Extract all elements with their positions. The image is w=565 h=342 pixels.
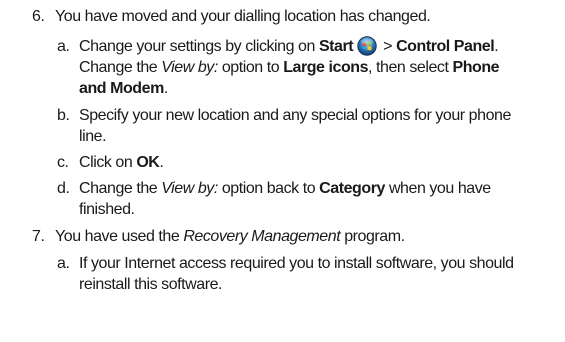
item-6d-text-2: option back to — [221, 180, 316, 197]
item-7-text-1: You have used the — [55, 228, 180, 245]
item-6a-text: Change your settings by clicking on — [79, 38, 315, 55]
sub-letter-6a: a. — [57, 38, 70, 55]
item-6c-text: Click on — [79, 154, 133, 171]
recovery-management-label: Recovery Management — [183, 228, 341, 245]
item-6d-line-2: finished. — [79, 201, 135, 218]
period: . — [163, 80, 168, 97]
item-6a-text-3: option to — [221, 59, 280, 76]
view-by-label: View by: — [161, 59, 218, 76]
item-6a-line-3: and Modem. — [79, 78, 168, 99]
category-label: Category — [319, 180, 385, 197]
item-6c-line: Click on OK. — [79, 152, 164, 173]
start-label: Start — [318, 38, 354, 55]
view-by-label: View by: — [161, 180, 218, 197]
item-6d-line-1: Change the View by: option back to Categ… — [79, 178, 491, 199]
sub-letter-7a: a. — [57, 255, 70, 272]
sub-letter-6d: d. — [57, 180, 70, 197]
sub-letter-6c: c. — [57, 154, 69, 171]
list-number-7: 7. — [32, 228, 45, 245]
list-number-6: 6. — [32, 8, 45, 25]
period: . — [159, 154, 164, 171]
item-7a-line-1: If your Internet access required you to … — [79, 255, 514, 272]
gt-symbol: > — [383, 38, 393, 55]
item-6-text: You have moved and your dialling locatio… — [55, 8, 431, 25]
control-panel-label: Control Panel — [396, 38, 495, 55]
ok-label: OK — [136, 154, 160, 171]
item-7a-line-2: reinstall this software. — [79, 276, 223, 293]
item-6a-line-2: Change the View by: option to Large icon… — [79, 57, 500, 78]
item-6a-text-4: , then select — [368, 59, 449, 76]
phone-label: Phone — [452, 59, 500, 76]
item-6a-text-2: Change the — [79, 59, 158, 76]
item-7-text-2: program. — [344, 228, 405, 245]
period: . — [494, 38, 499, 55]
item-7-text: You have used the Recovery Management pr… — [55, 226, 405, 247]
item-6b-line-2: line. — [79, 128, 107, 145]
windows-start-orb-icon — [357, 36, 377, 56]
item-6d-text-3: when you have — [388, 180, 491, 197]
large-icons-label: Large icons — [283, 59, 369, 76]
and-modem-label: and Modem — [79, 80, 164, 97]
sub-letter-6b: b. — [57, 107, 70, 124]
instruction-page: 6. You have moved and your dialling loca… — [0, 0, 565, 342]
item-6b-line-1: Specify your new location and any specia… — [79, 107, 511, 124]
item-6a-line-1: Change your settings by clicking on Star… — [79, 36, 499, 57]
item-6d-text: Change the — [79, 180, 158, 197]
